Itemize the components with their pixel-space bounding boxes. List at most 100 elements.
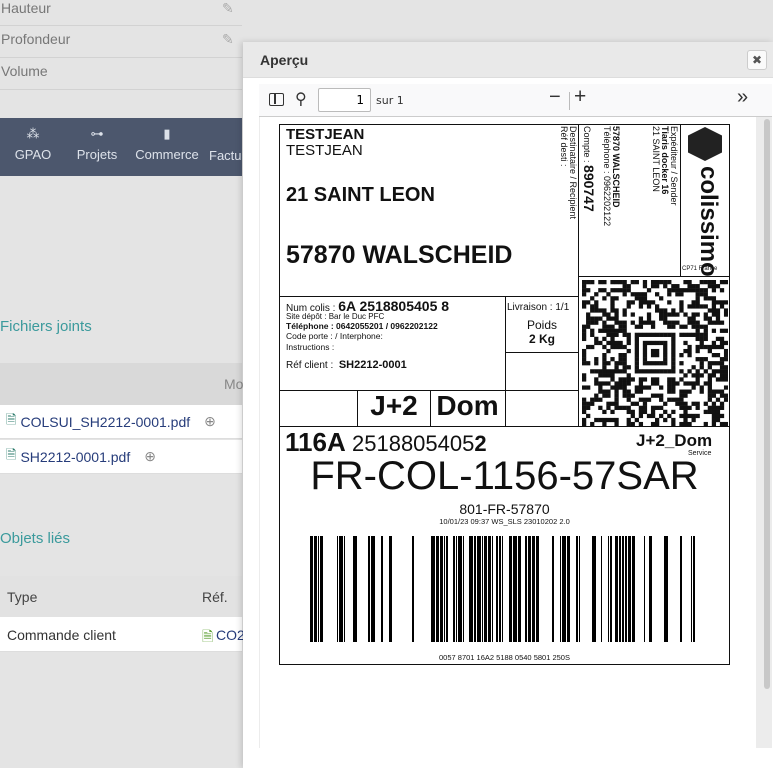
code-module (622, 393, 627, 398)
code-module (675, 397, 680, 402)
code-module (594, 320, 599, 325)
zoom-preview-icon[interactable]: ⊕ (204, 413, 216, 430)
code-module (671, 353, 676, 358)
code-module (642, 340, 648, 346)
close-icon[interactable]: ✖ (747, 50, 767, 70)
code-module (606, 292, 611, 297)
zoom-out-button[interactable]: − (549, 86, 561, 109)
barcode-bar (488, 536, 491, 642)
pencil-icon[interactable]: ✎ (222, 0, 234, 17)
column-header[interactable]: Mo (224, 376, 243, 392)
code-module (699, 344, 704, 350)
instructions: Instructions : (286, 342, 335, 352)
tools-menu-button[interactable]: » (737, 86, 748, 109)
code-module (634, 348, 639, 354)
code-module (614, 308, 619, 313)
linked-ref-link[interactable]: CO2 (216, 627, 245, 643)
barcode-bar (484, 536, 487, 642)
code-module (650, 340, 656, 346)
sidebar-toggle-icon[interactable] (269, 93, 284, 106)
nav-commerce[interactable]: ▮ Commerce (128, 118, 206, 176)
code-module (715, 397, 721, 402)
code-module (590, 304, 595, 309)
code-module (594, 336, 599, 342)
code-module (582, 405, 587, 410)
file-link[interactable]: SH2212-0001.pdf (20, 449, 130, 465)
code-module (683, 340, 688, 346)
code-module (719, 320, 725, 325)
code-module (622, 320, 627, 325)
code-module (699, 304, 704, 309)
code-module (655, 405, 660, 410)
code-module (634, 292, 639, 297)
code-module (642, 385, 648, 390)
code-module (695, 336, 700, 342)
scrollbar[interactable] (764, 119, 770, 689)
barcode-bar (610, 536, 612, 642)
code-module (610, 332, 615, 337)
barcode-bar (513, 536, 517, 642)
code-module (610, 401, 615, 406)
code-module (630, 393, 635, 398)
code-module (610, 385, 615, 390)
code-module (622, 369, 627, 374)
nav-label: GPAO (14, 147, 52, 162)
code-module (667, 377, 672, 382)
page-number-input[interactable] (318, 88, 371, 112)
barcode-bar (552, 536, 554, 642)
code-module (719, 393, 725, 398)
code-module (582, 385, 587, 390)
code-module (618, 357, 623, 362)
code-module (703, 280, 708, 285)
dialog-title: Aperçu (260, 51, 309, 68)
routing-code: FR-COL-1156-57SAR (310, 454, 699, 498)
code-module (618, 288, 623, 293)
code-module (638, 405, 644, 410)
code-module (642, 284, 648, 289)
code-module (679, 292, 684, 297)
code-module (582, 348, 587, 354)
pencil-icon[interactable]: ✎ (222, 31, 234, 48)
code-module (663, 409, 668, 415)
code-module (683, 332, 688, 337)
barcode-bar (509, 536, 512, 642)
column-header[interactable]: Réf. (202, 589, 228, 605)
code-module (671, 381, 676, 386)
code-module (606, 348, 611, 354)
code-module (663, 340, 668, 346)
file-link[interactable]: COLSUI_SH2212-0001.pdf (20, 414, 190, 430)
code-module (655, 292, 660, 297)
code-module (671, 312, 676, 317)
zoom-preview-icon[interactable]: ⊕ (144, 448, 156, 465)
code-module (687, 284, 692, 289)
code-module (610, 377, 615, 382)
code-module (586, 320, 591, 325)
attached-files-title: Fichiers joints (0, 318, 92, 335)
code-module (723, 328, 728, 333)
code-module (711, 405, 717, 410)
code-module (586, 405, 591, 410)
nav-projets[interactable]: ⊶ Projets (66, 118, 128, 176)
search-icon[interactable]: ⚲ (295, 89, 307, 109)
nav-facturation[interactable]: Factur (206, 118, 242, 176)
code-module (707, 385, 712, 390)
code-module (634, 385, 639, 390)
code-module (687, 353, 692, 358)
code-module (683, 280, 688, 285)
code-module (594, 308, 599, 313)
code-module (671, 340, 676, 346)
code-module (667, 312, 672, 317)
code-module (671, 385, 676, 390)
column-header[interactable]: Type (7, 589, 37, 605)
barcode-bar (502, 536, 503, 642)
code-module (679, 397, 684, 402)
code-module (711, 300, 717, 305)
code-module (663, 361, 668, 366)
code-module (586, 280, 591, 285)
nav-gpao[interactable]: ⁂ GPAO (0, 118, 66, 176)
zoom-in-button[interactable]: + (574, 85, 586, 109)
code-module (646, 288, 652, 293)
code-module (659, 369, 664, 374)
code-module (634, 280, 639, 285)
barcode-bar (431, 536, 435, 642)
